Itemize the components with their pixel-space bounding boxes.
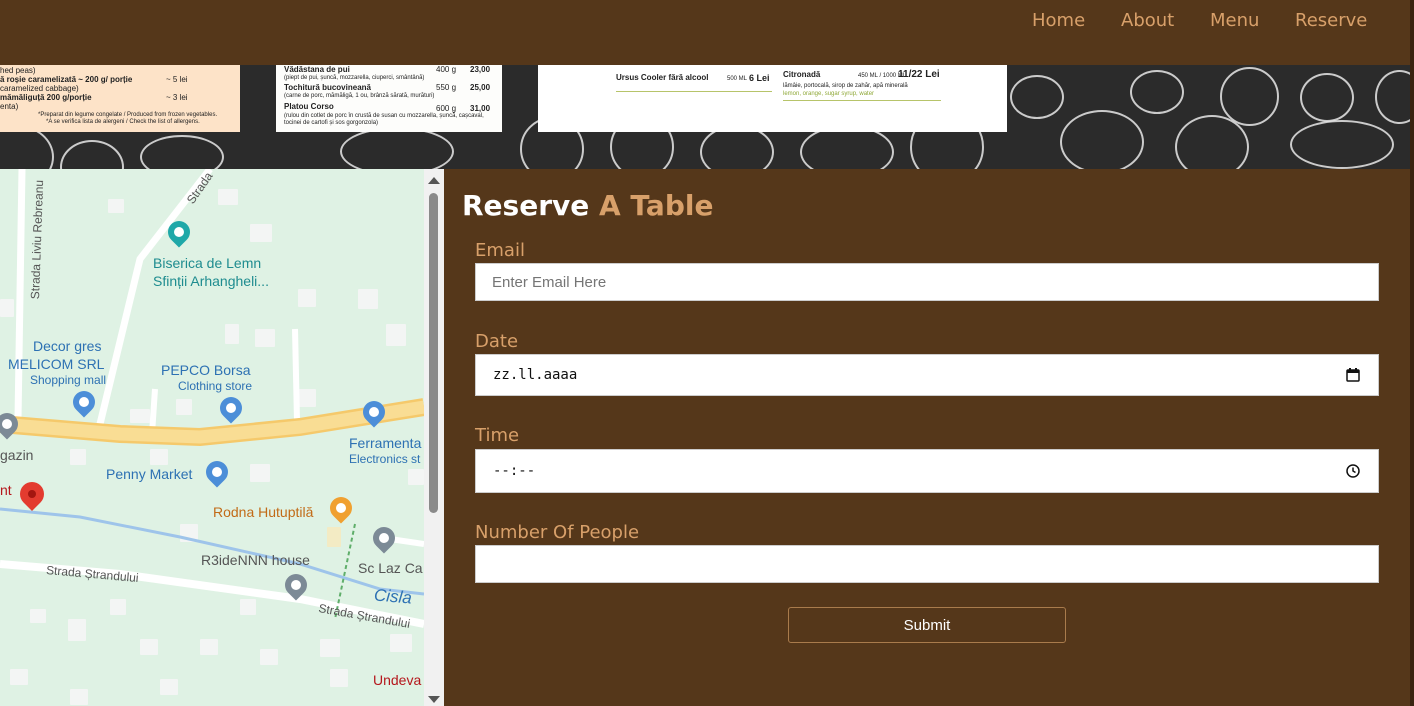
food-doodle-icon (1375, 70, 1414, 124)
menu-price: 6 Lei (749, 73, 770, 83)
menu-text: mămăliguță 200 g/porție (0, 93, 92, 102)
place-label[interactable]: Rodna Hutuptilă (213, 504, 313, 520)
place-label[interactable]: Decor gres (33, 338, 101, 354)
menu-text: (carne de porc, mămăligă, 1 ou, brânză s… (284, 93, 435, 99)
menu-note: *Preparat din legume congelate / Produce… (38, 112, 218, 118)
place-label[interactable]: Sc Laz Ca (358, 560, 423, 576)
menu-price: 23,00 (470, 65, 491, 74)
email-label: Email (475, 240, 525, 261)
embedded-map[interactable]: Strada Liviu Rebreanu Strada Strada Ștra… (0, 169, 424, 706)
menu-divider (616, 91, 772, 92)
scroll-up-arrow-icon[interactable] (428, 177, 440, 184)
food-doodle-icon (1130, 70, 1184, 114)
menu-text: Citronadă (783, 70, 821, 79)
menu-price: 31,00 (470, 104, 491, 113)
place-sublabel: Shopping mall (30, 373, 107, 387)
road-minor (292, 328, 300, 422)
place-label[interactable]: R3ideNNN house (201, 552, 310, 568)
nav-reserve-link[interactable]: Reserve (1295, 10, 1367, 31)
email-placeholder: Enter Email Here (492, 274, 607, 291)
clock-icon[interactable] (1346, 464, 1360, 478)
menu-divider (783, 100, 941, 101)
menu-price: ~ 5 lei (166, 75, 188, 84)
time-label: Time (475, 425, 520, 446)
nav-menu-link[interactable]: Menu (1210, 10, 1259, 31)
menu-text: ă roșie caramelizată ~ 200 g/ porție (0, 75, 133, 84)
top-navigation: Home About Menu Reserve (0, 0, 1414, 65)
place-label[interactable]: MELICOM SRL (8, 356, 104, 372)
menu-price: 25,00 (470, 83, 491, 92)
food-doodle-icon (1220, 67, 1279, 126)
date-field[interactable]: zz.ll.aaaa (475, 354, 1379, 396)
calendar-icon[interactable] (1346, 368, 1360, 382)
food-doodle-icon (1290, 120, 1394, 169)
menu-price: ~ 3 lei (166, 93, 188, 102)
menu-text: Vădăstana de pui (284, 65, 350, 74)
food-doodle-icon (1010, 75, 1064, 119)
menu-note: *A se verifica lista de alergeni / Check… (46, 119, 200, 125)
menu-image-card-1: hed peas) ă roșie caramelizată ~ 200 g/ … (0, 65, 240, 132)
menu-image-card-3: Ursus Cooler fără alcool 500 ML 6 Lei Ci… (538, 65, 1007, 132)
menu-text: (rulou din cotlet de porc în crustă de s… (284, 113, 484, 119)
river-label: Cisla (373, 585, 413, 608)
menu-text: hed peas) (0, 66, 36, 75)
email-field[interactable]: Enter Email Here (475, 263, 1379, 301)
food-doodle-icon (1300, 73, 1354, 122)
map-scrollbar[interactable] (424, 169, 444, 706)
date-label: Date (475, 331, 519, 352)
menu-text: tocinei de cartofi și sos gorgonzola) (284, 120, 379, 126)
menu-text: Ursus Cooler fără alcool (616, 73, 709, 82)
menu-text: lămâie, portocală, sirop de zahăr, apă m… (783, 83, 908, 89)
nav-about-link[interactable]: About (1121, 10, 1174, 31)
form-title: Reserve A Table (462, 189, 713, 222)
menu-text: Platou Corso (284, 102, 334, 111)
place-label[interactable]: Undeva (373, 672, 421, 688)
place-label[interactable]: PEPCO Borsa (161, 362, 250, 378)
menu-price: 11/22 Lei (898, 69, 940, 80)
nav-home-link[interactable]: Home (1032, 10, 1085, 31)
menu-text: caramelized cabbage) (0, 84, 79, 93)
menu-image-card-2: Vădăstana de pui 400 g 23,00 (piept de p… (276, 65, 502, 132)
road-liviu-rebreanu (14, 169, 26, 420)
food-doodle-icon (60, 140, 124, 169)
people-label: Number Of People (475, 522, 640, 543)
place-sublabel: Sfinții Arhangheli... (153, 273, 269, 289)
menu-text: enta) (0, 102, 19, 111)
number-of-people-field[interactable] (475, 545, 1379, 583)
food-doodle-icon (340, 127, 454, 169)
time-value: --:-- (493, 463, 536, 479)
place-sublabel: Electronics st (349, 452, 421, 466)
menu-text: lemon, orange, sugar syrup, water (783, 91, 875, 97)
menu-weight: 600 g (436, 104, 457, 113)
place-label[interactable]: nt (0, 482, 12, 498)
date-value: zz.ll.aaaa (493, 367, 578, 383)
place-sublabel: Clothing store (178, 379, 253, 393)
page-scrollbar-edge (1410, 0, 1414, 706)
food-doodle-icon (140, 135, 224, 169)
menu-banner: hed peas) ă roșie caramelizată ~ 200 g/ … (0, 65, 1414, 169)
menu-volume: 500 ML (727, 76, 748, 82)
menu-text: Tochitură bucovineană (284, 83, 371, 92)
reservation-form: Reserve A Table Email Enter Email Here D… (444, 169, 1410, 706)
submit-button[interactable]: Submit (788, 607, 1066, 643)
menu-weight: 550 g (436, 83, 457, 92)
scrollbar-thumb[interactable] (429, 193, 438, 513)
form-title-white: Reserve (462, 189, 590, 222)
time-field[interactable]: --:-- (475, 449, 1379, 493)
place-label[interactable]: Biserica de Lemn (153, 255, 261, 271)
food-doodle-icon (1060, 110, 1144, 169)
menu-weight: 400 g (436, 65, 457, 74)
place-label[interactable]: Penny Market (106, 466, 192, 482)
menu-text: (piept de pui, șuncă, mozzarella, ciuper… (284, 75, 425, 81)
place-label[interactable]: gazin (0, 447, 33, 463)
scroll-down-arrow-icon[interactable] (428, 696, 440, 703)
place-label[interactable]: Ferramenta (349, 435, 421, 451)
form-title-accent: A Table (599, 189, 714, 222)
